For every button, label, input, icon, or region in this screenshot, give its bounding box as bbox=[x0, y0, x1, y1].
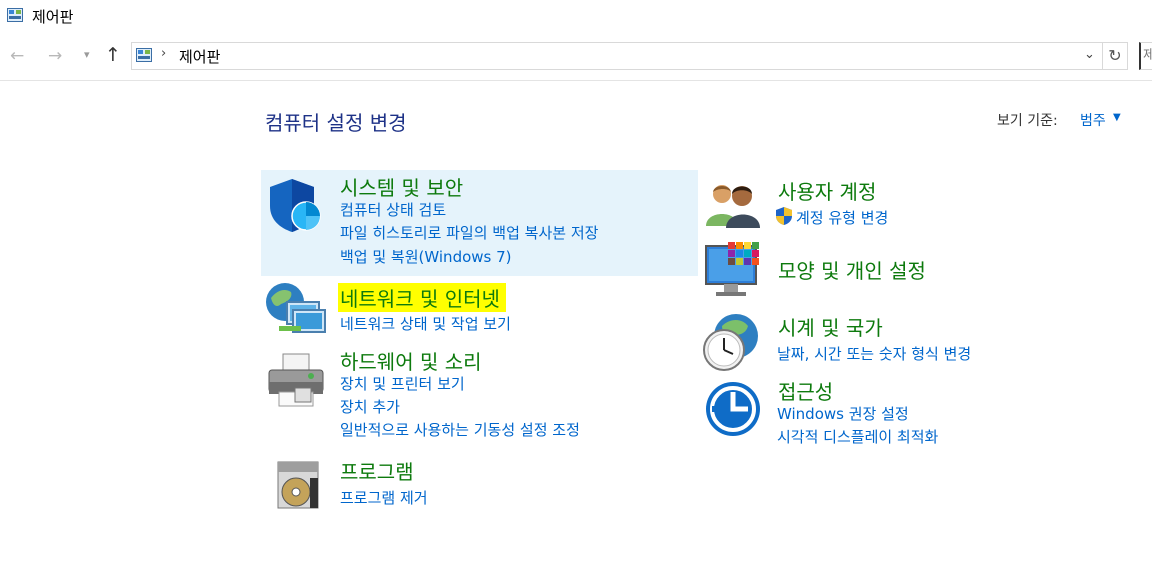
link-review-status[interactable]: 컴퓨터 상태 검토 bbox=[340, 199, 446, 220]
recent-locations-chevron-icon[interactable]: ▾ bbox=[84, 48, 90, 61]
uac-shield-icon bbox=[776, 207, 792, 225]
link-uninstall-program[interactable]: 프로그램 제거 bbox=[340, 487, 428, 508]
up-arrow-icon[interactable]: ↑ bbox=[105, 44, 121, 66]
control-panel-icon bbox=[136, 48, 152, 62]
link-add-device[interactable]: 장치 추가 bbox=[340, 396, 400, 417]
window-title: 제어판 bbox=[32, 8, 74, 26]
link-windows-recommended[interactable]: Windows 권장 설정 bbox=[777, 403, 909, 424]
breadcrumb-chevron-icon[interactable]: › bbox=[161, 46, 166, 61]
category-title-user-accounts[interactable]: 사용자 계정 bbox=[778, 176, 876, 205]
display-colors-icon bbox=[705, 242, 759, 296]
category-title-programs[interactable]: 프로그램 bbox=[340, 456, 414, 485]
back-arrow-icon[interactable]: ← bbox=[10, 46, 24, 66]
search-input[interactable]: 제 bbox=[1139, 42, 1152, 70]
link-mobility-settings[interactable]: 일반적으로 사용하는 기동성 설정 조정 bbox=[340, 419, 580, 440]
address-bar[interactable]: › 제어판 ⌄ bbox=[131, 42, 1103, 70]
category-title-network[interactable]: 네트워크 및 인터넷 bbox=[338, 283, 506, 312]
page-title: 컴퓨터 설정 변경 bbox=[265, 111, 407, 135]
view-by-dropdown[interactable]: 범주 bbox=[1080, 110, 1106, 130]
link-backup-restore[interactable]: 백업 및 복원(Windows 7) bbox=[340, 246, 512, 267]
category-title-clock-region[interactable]: 시계 및 국가 bbox=[778, 312, 883, 341]
category-title-hardware[interactable]: 하드웨어 및 소리 bbox=[340, 346, 482, 375]
link-devices-printers[interactable]: 장치 및 프린터 보기 bbox=[340, 373, 465, 394]
title-bar: 제어판 bbox=[0, 0, 1152, 34]
refresh-icon[interactable]: ↻ bbox=[1102, 42, 1128, 70]
users-icon bbox=[706, 185, 760, 228]
network-globe-icon bbox=[266, 283, 326, 333]
clock-globe-icon bbox=[703, 314, 758, 371]
printer-icon bbox=[268, 353, 324, 407]
link-change-account-type[interactable]: 계정 유형 변경 bbox=[796, 207, 888, 228]
view-by-label: 보기 기준: bbox=[997, 113, 1058, 129]
category-title-system-security[interactable]: 시스템 및 보안 bbox=[340, 172, 463, 201]
divider bbox=[0, 80, 1152, 81]
breadcrumb-control-panel[interactable]: 제어판 bbox=[179, 46, 220, 67]
category-title-appearance[interactable]: 모양 및 개인 설정 bbox=[778, 255, 926, 284]
forward-arrow-icon[interactable]: → bbox=[48, 46, 62, 66]
navigation-bar: ← → ▾ ↑ › 제어판 ⌄ ↻ 제 bbox=[0, 36, 1152, 78]
shield-icon bbox=[270, 179, 321, 232]
programs-disc-icon bbox=[277, 461, 319, 509]
link-date-time-format[interactable]: 날짜, 시간 또는 숫자 형식 변경 bbox=[777, 343, 971, 364]
address-dropdown-chevron-icon[interactable]: ⌄ bbox=[1084, 47, 1095, 62]
link-file-history[interactable]: 파일 히스토리로 파일의 백업 복사본 저장 bbox=[340, 222, 598, 243]
link-network-status[interactable]: 네트워크 상태 및 작업 보기 bbox=[340, 313, 511, 334]
link-optimize-display[interactable]: 시각적 디스플레이 최적화 bbox=[777, 426, 938, 447]
caret-down-icon[interactable]: ▼ bbox=[1113, 112, 1121, 123]
category-title-ease-of-access[interactable]: 접근성 bbox=[778, 376, 833, 405]
ease-of-access-icon bbox=[706, 382, 760, 436]
control-panel-icon bbox=[7, 8, 23, 22]
